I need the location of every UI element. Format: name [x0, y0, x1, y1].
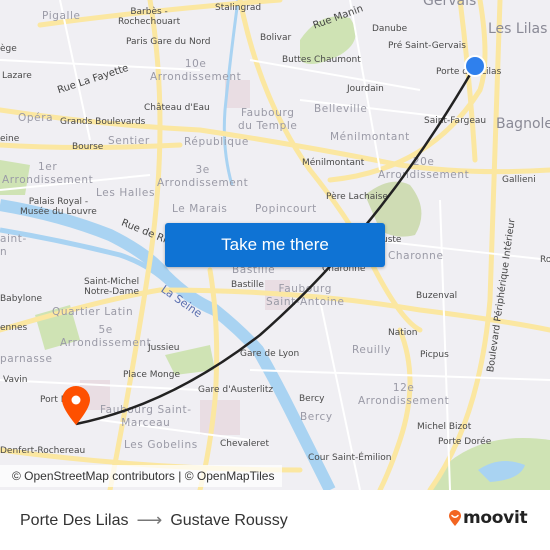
map[interactable]: Pigalle 10e Arrondissement Faubourg du T…: [0, 0, 550, 490]
take-me-there-button[interactable]: Take me there: [165, 223, 385, 267]
location-pin-icon: [62, 386, 90, 425]
origin-name: Porte Des Lilas: [20, 511, 129, 529]
moovit-wordmark: moovit: [463, 508, 528, 528]
destination-marker: [62, 386, 90, 425]
arrow-right-icon: ⟶: [136, 510, 163, 530]
map-attribution[interactable]: © OpenStreetMap contributors | © OpenMap…: [0, 465, 283, 487]
moovit-logo[interactable]: moovit: [448, 508, 528, 528]
origin-marker: [464, 55, 486, 77]
destination-name: Gustave Roussy: [170, 511, 288, 529]
footer: Porte Des Lilas ⟶ Gustave Roussy moovit: [0, 490, 550, 550]
route-title: Porte Des Lilas ⟶ Gustave Roussy: [20, 510, 288, 531]
pin-hole: [71, 395, 81, 405]
moovit-pin-icon: [449, 510, 461, 526]
